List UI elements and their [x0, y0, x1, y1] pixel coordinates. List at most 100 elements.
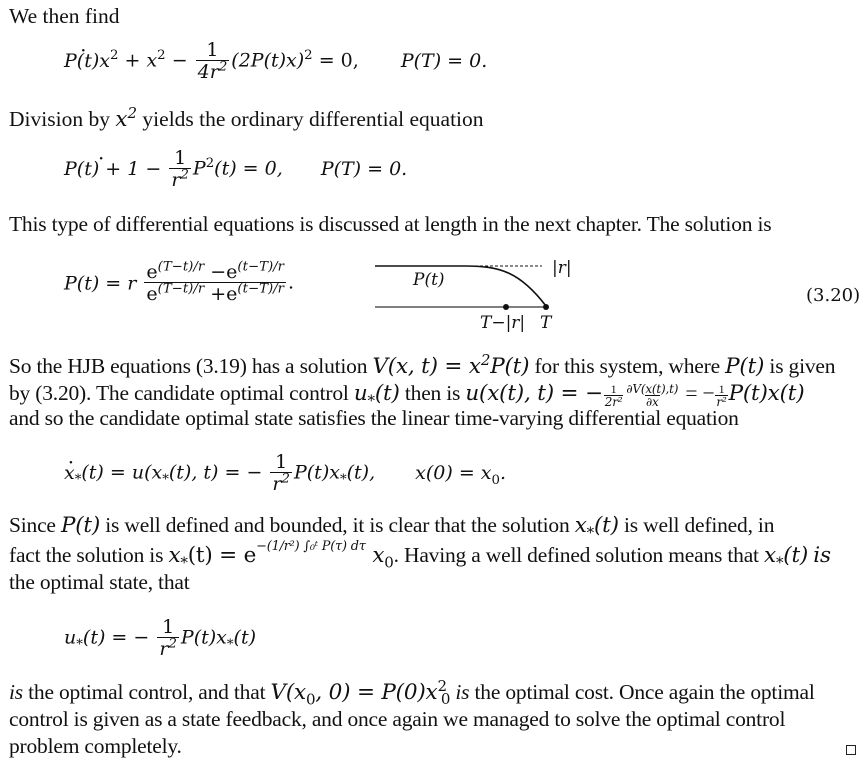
figure-asymptote-label: |r| [552, 258, 572, 278]
p4-V-eq: V(x, t) = x2P(t) [372, 350, 530, 379]
eq2-frac-den: r2 [169, 167, 191, 191]
tick-t [543, 304, 549, 310]
p2-x: x2 [115, 103, 138, 132]
eq5-frac-num: 1 [162, 616, 175, 638]
eq1-plus: + x [124, 49, 158, 72]
eq1-eq-zero: = 0, [318, 49, 359, 72]
p4-text-c: is given [769, 354, 836, 378]
paragraph-hjb-line2: by (3.20). The candidate optimal control… [9, 381, 805, 410]
eq5-rest: P(t)x [180, 626, 227, 649]
paragraph-well-defined-line1: Since P(t) is well defined and bounded, … [9, 513, 775, 542]
eq4-rest: P(t)x [293, 461, 340, 484]
figure-curve-label: P(t) [413, 270, 445, 290]
eq5-fraction: 1 r2 [157, 617, 179, 660]
eq3-fraction: e(T−t)/r −e(t−T)/r e(T−t)/r +e(t−T)/r [144, 259, 286, 305]
eq1-exp2: 2 [157, 48, 166, 64]
eq4-x: x [64, 462, 75, 484]
figure-tick-left-label: T−|r| [480, 313, 526, 333]
p4-line2-b: then is [404, 381, 461, 405]
p4-eq2: = − [685, 381, 715, 405]
eq1-exp: 2 [109, 48, 119, 64]
equation-tanh-solution: P(t) = r e(T−t)/r −e(t−T)/r e(T−t)/r +e(… [64, 259, 294, 305]
eq3-lhs: P(t) = r [64, 272, 137, 295]
equation-optimal-state: x*(t) = u(x*(t), t) = − 1 r2 P(t)x*(t), … [64, 452, 506, 495]
eq2-boundary: P(T) = 0. [320, 157, 408, 180]
p4-u-formula: u(x(t), t) = − [465, 381, 603, 406]
p6-b: the optimal control, and that [28, 680, 266, 704]
p5-b: is well defined and bounded, it is clear… [105, 513, 570, 537]
eq1-fraction: 1 4r2 [195, 39, 230, 83]
p4-frac1: 1 2r² [603, 381, 624, 409]
p5-a: Since [9, 513, 56, 537]
eq1-minus: − [171, 49, 188, 72]
equation-riccati-ode: P(t) + 1 − 1 r2 P2(t) = 0, P(T) = 0. [64, 148, 407, 191]
eq2-P: P [192, 157, 206, 180]
p4-P: P(t) [725, 354, 765, 379]
eq5-frac-den: r2 [157, 636, 179, 660]
p4-tail: P(t)x(t) [728, 381, 805, 406]
paragraph-division: Division by x2 yields the ordinary diffe… [9, 103, 484, 133]
p4-frac3: 1 r² [715, 381, 728, 409]
eq2-frac-num: 1 [174, 147, 187, 169]
figure-tick-right-label: T [540, 313, 552, 333]
eq2-lhs: P(t) + 1 − [64, 158, 161, 180]
eq4-fraction: 1 r2 [270, 452, 292, 495]
paragraph-well-defined-line3: the optimal state, that [9, 570, 190, 594]
eq4-mid: (t) = u(x [81, 461, 163, 484]
eq5-star2: * [226, 637, 234, 653]
paragraph-well-defined-line2: fact the solution is x*(t) = e−(1/r²) ∫₀… [9, 538, 831, 572]
p2-post: yields the ordinary differential equatio… [142, 107, 484, 131]
eq1-lhs: P(t)x [64, 50, 110, 72]
p5-P: P(t) [60, 513, 101, 538]
eq4-star2: * [162, 472, 169, 488]
eq1-rest: (2P(t)x) [231, 49, 305, 72]
paragraph-intro: We then find [9, 4, 120, 28]
p6-d: the optimal cost. Once again the optimal [474, 680, 815, 704]
p4-line2-a: by (3.20). The candidate optimal control [9, 381, 349, 405]
equation-riccati-expanded: P(t)x2 + x2 − 1 4r2 (2P(t)x)2 = 0, P(T) … [64, 40, 487, 83]
paragraph-conclusion-line2: control is given as a state feedback, an… [9, 707, 786, 731]
eq5-rest2: (t) [233, 626, 256, 649]
eq1-exp3: 2 [304, 48, 313, 64]
p5-x-star2: x*(t) [764, 543, 809, 572]
eq4-initial: x(0) = x0. [415, 461, 507, 488]
paragraph-hjb-line1: So the HJB equations (3.19) has a soluti… [9, 350, 836, 379]
p5-c: is well defined, in [624, 513, 775, 537]
eq3-numerator: e(T−t)/r −e(t−T)/r [146, 259, 284, 283]
eq2-rest: (t) = 0, [214, 157, 283, 180]
p4-u-star: u*(t) [353, 381, 400, 410]
paragraph-hjb-line3: and so the candidate optimal state satis… [9, 406, 739, 430]
eq4-rest2: (t), [346, 461, 376, 484]
eq4-frac-den: r2 [270, 471, 292, 495]
p5-solution: x*(t) = e−(1/r²) ∫₀ᵗ P(τ) dτ x0 [168, 538, 394, 572]
p5-line2-a: fact the solution is [9, 543, 164, 567]
equation-optimal-control: u*(t) = − 1 r2 P(t)x*(t) [64, 617, 256, 660]
eq5-u: u [64, 626, 77, 649]
paragraph-solution-intro: This type of differential equations is d… [9, 212, 772, 236]
p5-line2-c: is [813, 543, 831, 568]
eq2-exp: 2 [205, 156, 215, 172]
eq1-frac-num: 1 [206, 39, 219, 61]
p6-c: is [455, 680, 470, 704]
eq5-star: * [76, 637, 83, 653]
p6-a: is [9, 680, 23, 704]
eq4-frac-num: 1 [275, 451, 288, 473]
tick-t-minus-r [503, 304, 509, 310]
paragraph-conclusion-line1: is the optimal control, and that V(x0, 0… [9, 676, 815, 709]
eq2-fraction: 1 r2 [169, 148, 191, 191]
eq4-mid2: (t), t) = − [168, 461, 263, 484]
eq1-boundary: P(T) = 0. [400, 49, 488, 72]
eq4-star3: * [339, 472, 347, 488]
p5-x-star: x*(t) [574, 513, 619, 542]
eq3-denominator: e(T−t)/r +e(t−T)/r [144, 281, 286, 305]
eq1-frac-den: 4r2 [195, 59, 230, 83]
qed-square-icon [846, 745, 856, 755]
p2-pre: Division by [9, 107, 110, 131]
p4-frac2: ∂V(x(t),t) ∂x [626, 381, 679, 409]
curve-p-of-t [464, 265, 547, 307]
p4-text-b: for this system, where [534, 354, 720, 378]
p6-V0: V(x0, 0) = P(0)x20 [270, 676, 451, 709]
p5-line2-b: . Having a well defined solution means t… [393, 543, 759, 567]
p4-text-a: So the HJB equations (3.19) has a soluti… [9, 354, 368, 378]
paragraph-conclusion-line3: problem completely. [9, 734, 182, 758]
